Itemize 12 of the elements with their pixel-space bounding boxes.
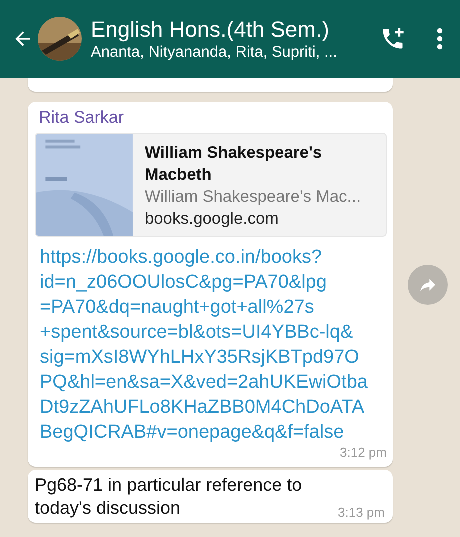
message-text: Pg68-71 in particular reference to today's discussion <box>35 474 304 520</box>
preview-description: William Shakespeare’s Mac... <box>144 187 362 208</box>
chat-title[interactable]: English Hons.(4th Sem.) <box>91 16 380 42</box>
link-preview-card[interactable]: William Shakespeare's Macbeth William Shakespeare’s Mac... books.google.com <box>35 133 387 237</box>
preview-domain: books.google.com <box>144 209 280 230</box>
participants-list: Ananta, Nityananda, Rita, Supriti, ... <box>91 42 380 62</box>
message-time: 3:13 pm <box>338 505 385 520</box>
preview-title: William Shakespeare's Macbeth <box>144 143 324 186</box>
sender-name: Rita Sarkar <box>38 108 126 129</box>
group-avatar[interactable] <box>38 17 82 61</box>
message-time: 3:12 pm <box>340 445 387 461</box>
menu-icon[interactable] <box>436 27 444 51</box>
